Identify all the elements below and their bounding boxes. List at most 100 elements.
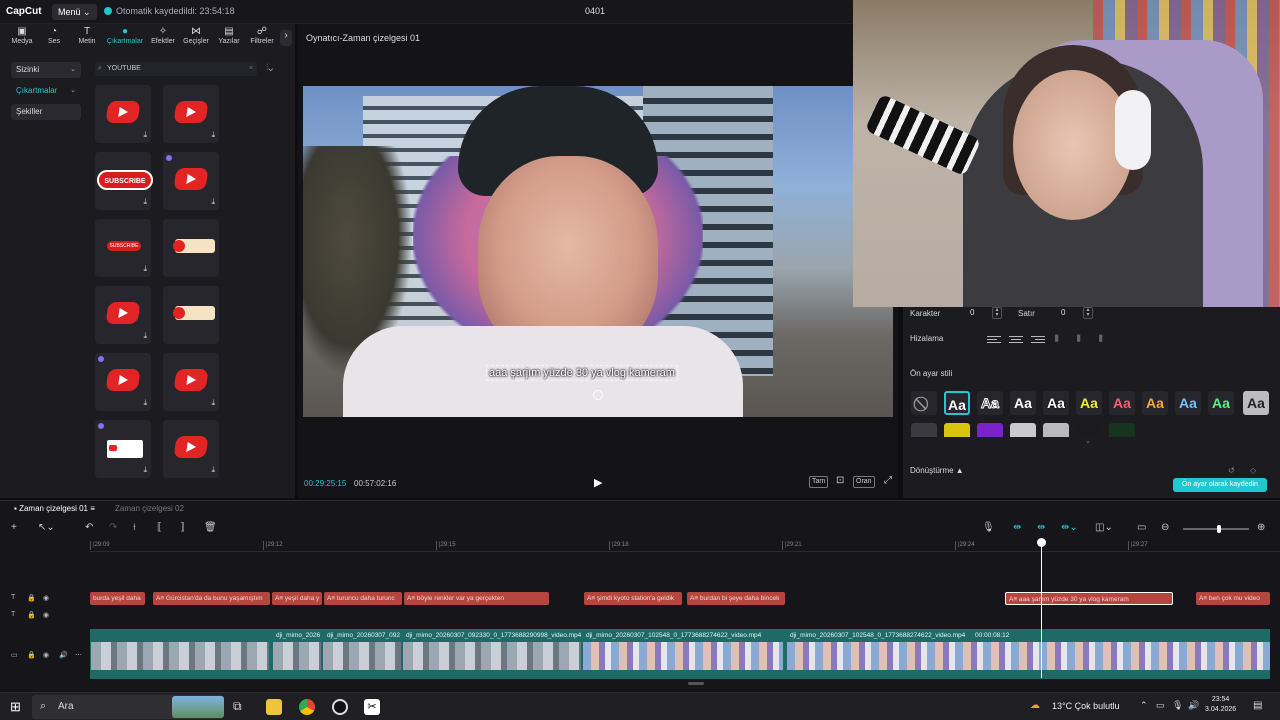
sticker-item[interactable]: [163, 286, 219, 344]
add-track-icon[interactable]: +: [11, 522, 17, 533]
video-clip-thumbnails[interactable]: [403, 642, 581, 670]
zoom-slider[interactable]: [1183, 525, 1249, 533]
align-middle-icon[interactable]: ⫼: [1077, 334, 1091, 344]
download-icon[interactable]: ⤓: [211, 398, 215, 408]
preview-axis-icon[interactable]: ⇹⌄: [1061, 522, 1078, 533]
sticker-item[interactable]: ⤓: [95, 353, 151, 411]
download-icon[interactable]: ⤓: [143, 398, 147, 408]
ratio-button[interactable]: Oran: [853, 476, 875, 488]
preset-style-item[interactable]: Aa: [1076, 391, 1102, 415]
sticker-item[interactable]: ⤓: [163, 85, 219, 143]
tab-transitions[interactable]: ⋈ Geçişler: [181, 26, 211, 52]
trim-right-icon[interactable]: ⟧: [180, 522, 185, 533]
text-clip[interactable]: A≡ yeşil daha y: [272, 592, 322, 605]
preset-style-item[interactable]: Aa: [944, 391, 970, 415]
save-preset-button[interactable]: Ön ayar olarak kaydedin: [1173, 478, 1267, 492]
sticker-item[interactable]: SUBSCRIBE ⤓: [95, 152, 153, 210]
more-icon[interactable]: ⋯: [75, 651, 82, 659]
category-yours[interactable]: Sizinki ⌄: [11, 62, 81, 78]
replace-icon[interactable]: ◫⌄: [1095, 522, 1113, 533]
eye-icon[interactable]: ◉: [43, 651, 49, 659]
chrome-icon[interactable]: [299, 699, 315, 715]
linkage-icon[interactable]: ⇹: [1037, 522, 1045, 533]
capcut-icon[interactable]: ✂: [364, 699, 380, 715]
rotate-handle-icon[interactable]: [593, 390, 603, 400]
volume-icon[interactable]: 🔊: [1188, 700, 1204, 716]
preset-style-item[interactable]: Aa: [1208, 391, 1234, 415]
delete-icon[interactable]: 🗑: [204, 522, 217, 533]
tab-captions[interactable]: ▤ Yazılar: [215, 26, 243, 52]
lock-icon[interactable]: 🔒: [27, 594, 36, 602]
download-icon[interactable]: ⤓: [143, 331, 147, 341]
sticker-item[interactable]: ⤓: [163, 353, 219, 411]
playhead[interactable]: [1037, 538, 1046, 678]
sticker-item[interactable]: [163, 219, 219, 277]
magnet-snap-icon[interactable]: ⇹: [1013, 522, 1021, 533]
download-icon[interactable]: ⤓: [143, 264, 147, 274]
sticker-search-input[interactable]: ⌕ YOUTUBE ×: [95, 62, 257, 76]
align-top-icon[interactable]: ⫼: [1055, 334, 1069, 344]
tab-stickers[interactable]: ● Çıkartmalar: [104, 26, 146, 52]
download-icon[interactable]: ⤓: [211, 465, 215, 475]
tab-filters[interactable]: ☍ Filtreler: [247, 26, 277, 52]
tabs-more-button[interactable]: ›: [280, 30, 292, 46]
download-icon[interactable]: ⤓: [143, 197, 147, 207]
timeline-tab-1[interactable]: ▪ Zaman çizelgesi 01 ≡: [14, 504, 95, 513]
preset-style-item[interactable]: Aa: [1043, 391, 1069, 415]
video-clip-thumbnails[interactable]: [583, 642, 783, 670]
windows-start-icon[interactable]: ⊞: [10, 699, 21, 715]
text-clip-selected[interactable]: A≡ aaa şarjım yüzde 30 ya vlog kameram: [1005, 592, 1173, 605]
preset-style-item[interactable]: [1043, 423, 1069, 437]
keyframe-icon[interactable]: ◇: [1250, 466, 1256, 475]
text-clip[interactable]: A≡ ben çok mu video: [1196, 592, 1270, 605]
preset-style-item[interactable]: [1010, 423, 1036, 437]
download-icon[interactable]: ⤓: [143, 465, 147, 475]
full-quality-button[interactable]: Tam: [809, 476, 829, 488]
align-right-icon[interactable]: [1031, 334, 1045, 344]
obs-icon[interactable]: [332, 699, 348, 715]
file-explorer-icon[interactable]: [266, 699, 282, 715]
zoom-in-icon[interactable]: ⊕: [1257, 522, 1265, 533]
crop-icon[interactable]: ⊡: [834, 476, 846, 486]
text-clip[interactable]: A≡ burdan bi şeye daha bincek: [687, 592, 785, 605]
preset-style-item[interactable]: Aa: [1175, 391, 1201, 415]
video-clip-thumbnails[interactable]: [91, 642, 269, 670]
no-style-icon[interactable]: ⃠: [911, 391, 937, 415]
menu-button[interactable]: Menü ⌄: [52, 4, 97, 20]
video-clip-thumbnails[interactable]: [273, 642, 321, 670]
trim-left-icon[interactable]: ⟦: [157, 522, 162, 533]
sticker-item[interactable]: SUBSCRIBE ⤓: [95, 219, 151, 277]
network-icon[interactable]: ▭: [1156, 700, 1172, 716]
eye-icon[interactable]: ◉: [43, 594, 49, 602]
text-clip[interactable]: A≡ şimdi kyoto station'a geldik: [584, 592, 682, 605]
expand-chevron-icon[interactable]: ⌄: [1085, 437, 1091, 445]
align-bottom-icon[interactable]: ⫼: [1099, 334, 1113, 344]
task-view-icon[interactable]: ⧉: [233, 699, 249, 715]
sticker-item[interactable]: ⤓: [163, 152, 219, 210]
category-stickers[interactable]: Çıkartmalar ⌄: [11, 83, 81, 99]
preset-style-item[interactable]: [944, 423, 970, 437]
video-preview[interactable]: aaa şarjım yüzde 30 ya vlog kameram: [303, 86, 893, 417]
lock-icon[interactable]: 🔒: [27, 651, 36, 659]
lock-icon[interactable]: 🔒: [27, 611, 36, 619]
mic-icon[interactable]: 🎙: [1172, 700, 1188, 716]
select-tool-icon[interactable]: ↖⌄: [38, 522, 55, 533]
tab-text[interactable]: T Metin: [74, 26, 100, 52]
preset-style-item[interactable]: [1109, 423, 1135, 437]
mic-record-icon[interactable]: 🎙: [982, 522, 995, 533]
sticker-item[interactable]: ⤓: [163, 420, 219, 478]
video-clip-thumbnails[interactable]: [323, 642, 401, 670]
mute-icon[interactable]: 🔊: [59, 651, 68, 659]
fullscreen-icon[interactable]: ⤢: [882, 476, 894, 486]
zoom-slider-handle[interactable]: [1217, 525, 1221, 533]
chevron-up-icon[interactable]: ⌃: [1140, 700, 1156, 716]
sticker-item[interactable]: ⤓: [95, 420, 151, 478]
text-clip[interactable]: A≡ turuncu daha turunc: [324, 592, 402, 605]
split-icon[interactable]: ⟊: [133, 522, 136, 533]
preset-style-item[interactable]: Aa: [1142, 391, 1168, 415]
preset-style-item[interactable]: [977, 423, 1003, 437]
sticker-item[interactable]: ⤓: [95, 85, 151, 143]
filter-button[interactable]: ⫶⌄: [266, 62, 273, 73]
sticker-item[interactable]: ⤓: [95, 286, 151, 344]
clock[interactable]: 23:54 3.04.2026: [1205, 695, 1236, 715]
